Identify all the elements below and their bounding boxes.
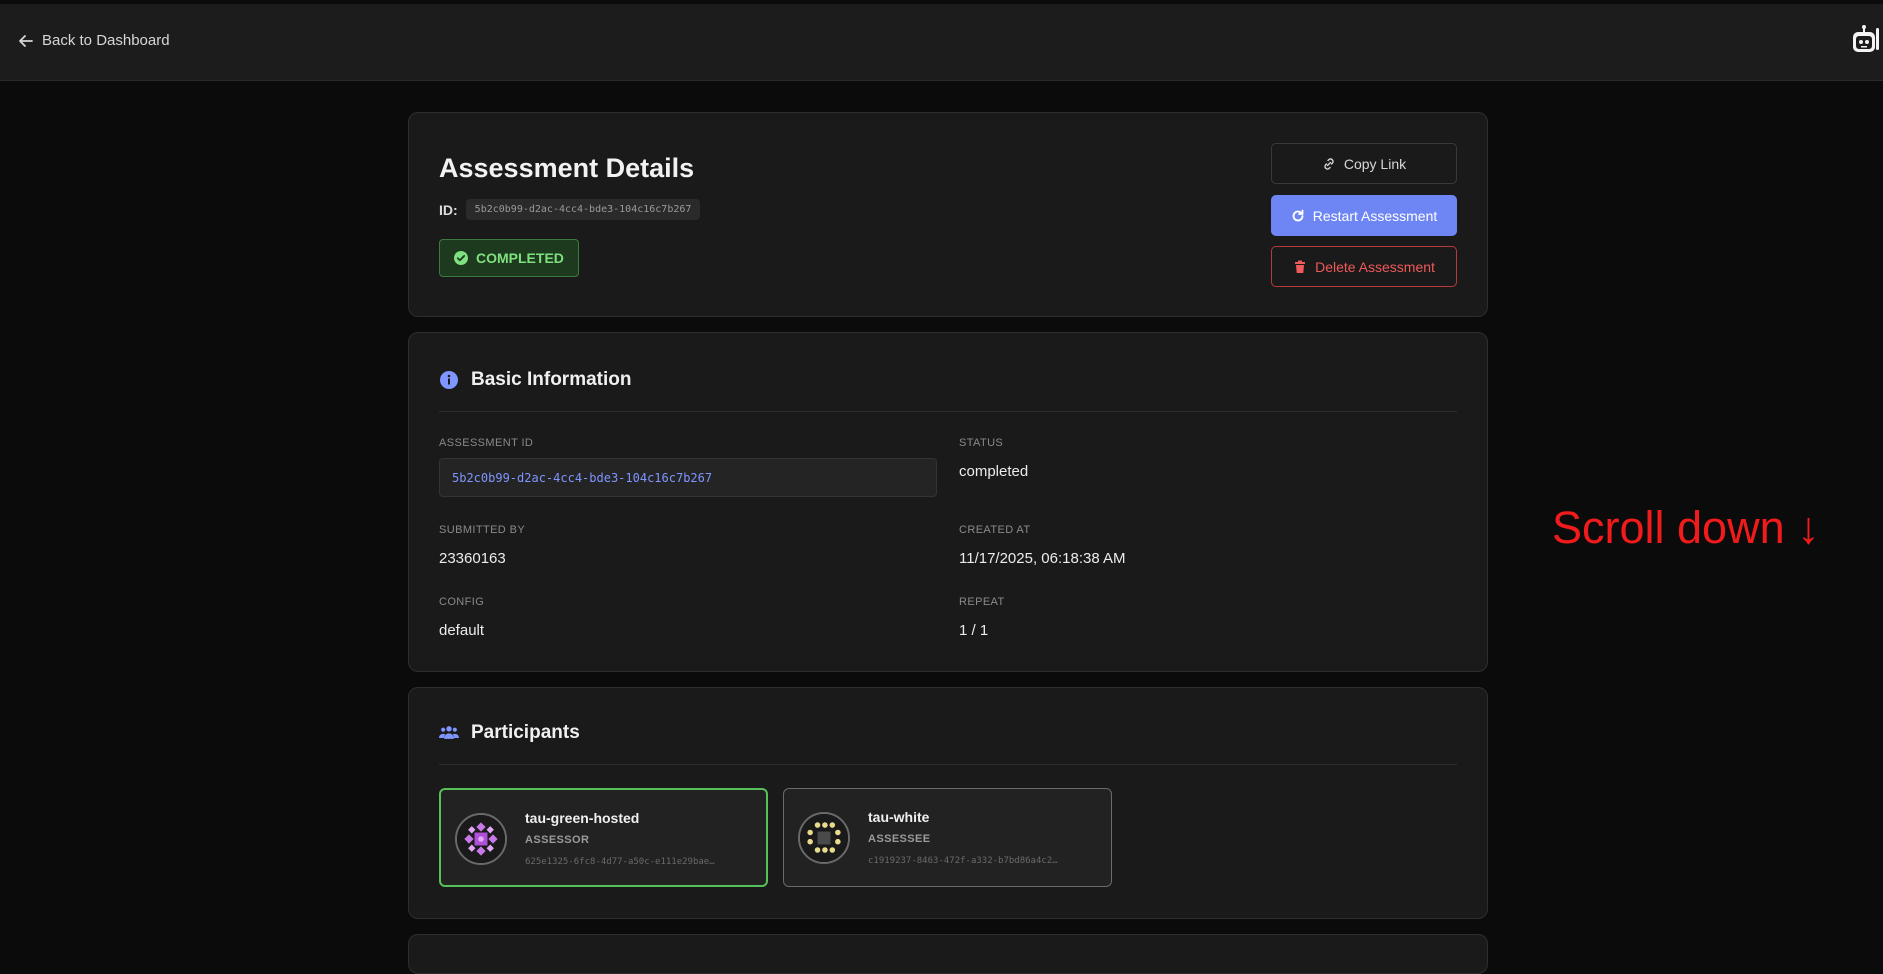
config-value: default [439, 622, 485, 639]
info-icon [440, 371, 458, 389]
robot-icon[interactable] [1849, 24, 1881, 56]
trash-icon [1295, 260, 1306, 273]
config-label: CONFIG [439, 596, 485, 608]
status-badge: COMPLETED [439, 239, 579, 277]
restart-assessment-button[interactable]: Restart Assessment [1271, 195, 1457, 236]
delete-assessment-button[interactable]: Delete Assessment [1271, 246, 1457, 287]
back-label: Back to Dashboard [42, 32, 170, 49]
id-chip: 5b2c0b99-d2ac-4cc4-bde3-104c16c7b267 [465, 199, 701, 220]
avatar [798, 812, 850, 864]
top-bar: Back to Dashboard [0, 4, 1883, 81]
participants-card: Participants tau-green-hosted ASSESSOR 6… [408, 687, 1488, 919]
next-section-card [408, 934, 1488, 974]
assessment-id-row: ID: 5b2c0b99-d2ac-4cc4-bde3-104c16c7b267 [439, 199, 701, 220]
page-title: Assessment Details [439, 153, 695, 183]
identicon-icon [800, 814, 848, 862]
identicon-icon [457, 815, 505, 863]
participant-role: ASSESSOR [525, 834, 590, 846]
submitted-by-label: SUBMITTED BY [439, 524, 526, 536]
delete-label: Delete Assessment [1315, 258, 1435, 275]
participant-card-assessor[interactable]: tau-green-hosted ASSESSOR 625e1325-6fc8-… [439, 788, 768, 887]
back-to-dashboard-link[interactable]: Back to Dashboard [18, 32, 170, 49]
id-label: ID: [439, 201, 458, 218]
assessment-header-card: Assessment Details ID: 5b2c0b99-d2ac-4cc… [408, 112, 1488, 317]
participant-id: 625e1325-6fc8-4d77-a50c-e111e29bae… [525, 857, 715, 867]
participants-title: Participants [471, 722, 580, 743]
basic-information-title: Basic Information [471, 369, 632, 390]
link-icon [1324, 157, 1334, 170]
basic-information-heading: Basic Information [439, 369, 631, 391]
participant-role: ASSESSEE [868, 833, 931, 845]
arrow-left-icon [19, 34, 33, 47]
assessment-id-value[interactable]: 5b2c0b99-d2ac-4cc4-bde3-104c16c7b267 [439, 458, 937, 497]
status-label: STATUS [959, 437, 1004, 449]
section-divider [439, 411, 1457, 412]
repeat-label: REPEAT [959, 596, 1005, 608]
participant-name: tau-white [868, 809, 930, 825]
basic-information-card: Basic Information ASSESSMENT ID 5b2c0b99… [408, 332, 1488, 672]
assessment-id-label: ASSESSMENT ID [439, 437, 534, 449]
participant-name: tau-green-hosted [525, 810, 640, 826]
section-divider [439, 764, 1457, 765]
submitted-by-value: 23360163 [439, 550, 506, 567]
restart-label: Restart Assessment [1312, 207, 1438, 224]
users-icon [439, 726, 459, 739]
created-at-value: 11/17/2025, 06:18:38 AM [959, 550, 1126, 567]
check-circle-icon [454, 251, 468, 265]
participant-card-assessee[interactable]: tau-white ASSESSEE c1919237-8463-472f-a3… [783, 788, 1112, 887]
status-badge-label: COMPLETED [476, 250, 564, 266]
created-at-label: CREATED AT [959, 524, 1031, 536]
copy-link-label: Copy Link [1343, 155, 1407, 172]
participant-id: c1919237-8463-472f-a332-b7bd86a4c2… [868, 856, 1058, 866]
participants-heading: Participants [439, 722, 580, 744]
repeat-value: 1 / 1 [959, 622, 989, 639]
status-value: completed [959, 463, 1029, 480]
restart-icon [1292, 209, 1304, 221]
scroll-hint: Scroll down ↓ [1552, 502, 1820, 553]
avatar [455, 813, 507, 865]
copy-link-button[interactable]: Copy Link [1271, 143, 1457, 184]
